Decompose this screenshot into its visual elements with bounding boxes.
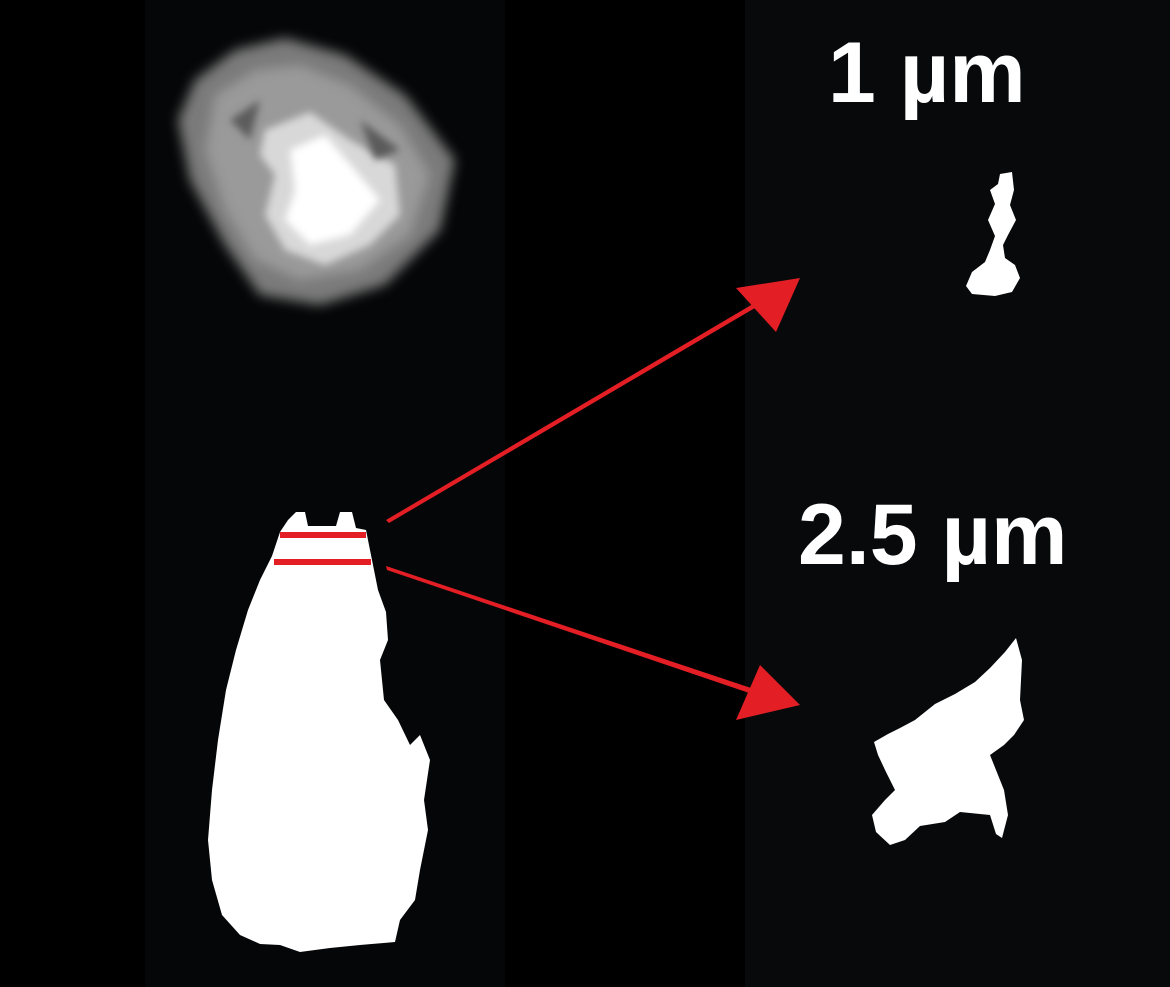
- slice-line-lower: [274, 559, 371, 565]
- arrow-to-top-slice: [386, 278, 800, 523]
- slice-line-upper: [280, 532, 366, 538]
- slice-depth-label-2-5um: 2.5 µm: [798, 487, 1068, 583]
- slice-depth-label-1um: 1 µm: [828, 25, 1026, 121]
- grayscale-particle-image: [178, 38, 455, 305]
- cross-section-2-5um: [872, 638, 1024, 845]
- cross-section-1um: [966, 172, 1020, 296]
- arrow-to-bottom-slice: [386, 566, 800, 720]
- segmented-particle-mask: [208, 512, 430, 952]
- micrograph-figure: 1 µm 2.5 µm: [0, 0, 1170, 987]
